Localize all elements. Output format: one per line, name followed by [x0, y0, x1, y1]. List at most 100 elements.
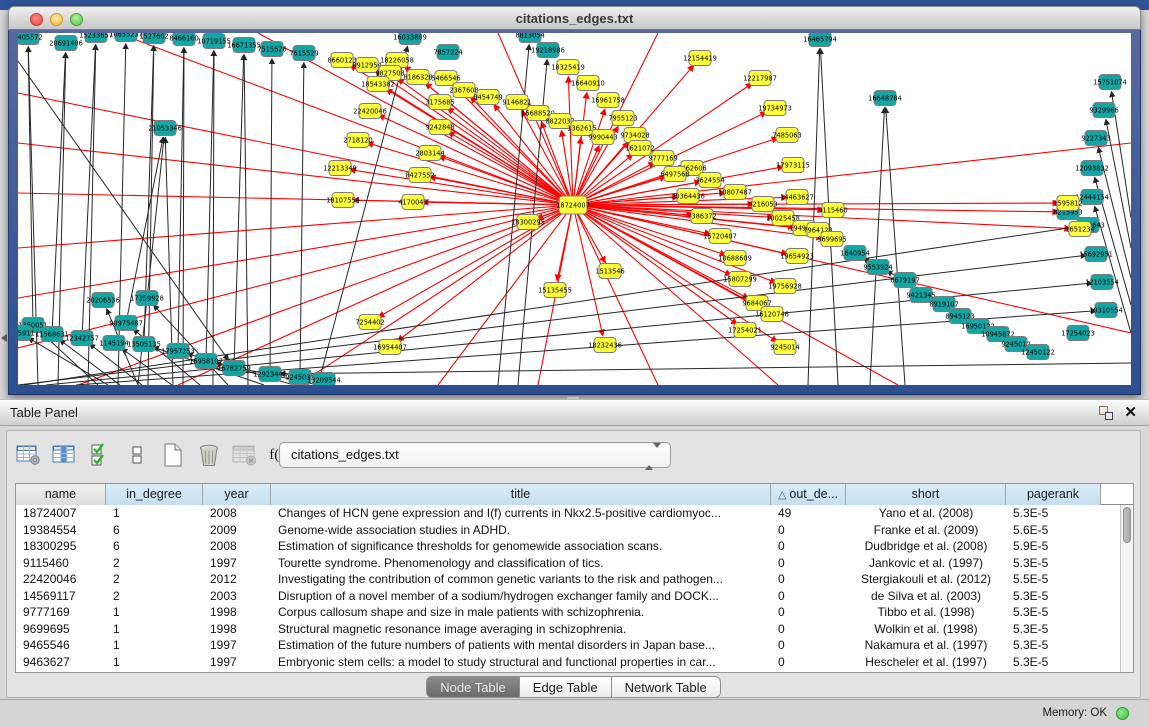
graph-node[interactable]: 18232436 [588, 338, 622, 353]
table-row[interactable]: 1938455462009Genome-wide association stu… [16, 522, 1133, 539]
tab-edge-table[interactable]: Edge Table [520, 676, 612, 698]
graph-node[interactable]: 9699695 [817, 232, 846, 247]
tab-network-table[interactable]: Network Table [612, 676, 721, 698]
float-panel-icon[interactable] [1099, 406, 1113, 420]
graph-node[interactable]: 17973115 [776, 158, 810, 173]
graph-node[interactable]: 15692951 [1079, 247, 1113, 262]
table-row[interactable]: 977716911998Corpus callosum shape and si… [16, 604, 1133, 621]
graph-node[interactable]: 10688609 [718, 251, 752, 266]
selection-mode-icon[interactable] [87, 441, 114, 469]
graph-node[interactable]: 19218986 [531, 43, 565, 58]
column-header-in-degree[interactable]: in_degree [106, 484, 203, 505]
graph-node[interactable]: 16671355 [227, 38, 261, 53]
window-titlebar[interactable]: citations_edges.txt [8, 6, 1141, 30]
graph-node[interactable]: 18724007 [556, 196, 590, 214]
vertical-scrollbar[interactable] [1120, 505, 1133, 672]
graph-node[interactable]: 8186328 [403, 70, 432, 85]
graph-node[interactable]: 6497568 [660, 167, 689, 182]
graph-node[interactable]: 7955123 [608, 111, 637, 126]
network-canvas[interactable]: 2405572206914061523365710655237152760284… [18, 33, 1131, 385]
column-header-title[interactable]: title [271, 484, 771, 505]
graph-node[interactable]: 4170043 [398, 195, 427, 210]
network-graph-svg[interactable]: 2405572206914061523365710655237152760284… [18, 33, 1131, 385]
graph-node[interactable]: 7386372 [687, 209, 716, 224]
graph-node[interactable]: 2405572 [18, 33, 43, 45]
graph-node[interactable]: 8813054 [515, 33, 544, 43]
graph-node[interactable]: 17254023 [1061, 326, 1095, 341]
graph-node[interactable]: 16961758 [591, 93, 625, 108]
graph-node[interactable]: 7254402 [355, 315, 384, 330]
graph-node[interactable]: 13505135 [127, 337, 161, 352]
close-panel-icon[interactable]: ✕ [1124, 403, 1137, 421]
create-table-icon[interactable] [159, 441, 186, 469]
graph-node[interactable]: 20206536 [86, 293, 120, 308]
graph-node[interactable]: 7615529 [289, 46, 318, 61]
table-row[interactable]: 946554611997Estimation of the future num… [16, 637, 1133, 654]
graph-node[interactable]: 20691406 [49, 36, 83, 51]
graph-node[interactable]: 10807487 [718, 185, 752, 200]
graph-node[interactable]: 12923448 [253, 367, 287, 382]
graph-node[interactable]: 2803144 [415, 146, 444, 161]
graph-node[interactable]: 9227343 [1081, 131, 1110, 146]
graph-node[interactable]: 17359928 [130, 291, 164, 306]
graph-node[interactable]: 12217987 [743, 71, 777, 86]
graph-node[interactable]: 9242848 [425, 120, 454, 135]
graph-node[interactable]: 8454749 [473, 90, 502, 105]
graph-node[interactable]: 14463627 [780, 190, 814, 205]
column-header-name[interactable]: name [16, 484, 106, 505]
graph-node[interactable]: 8466160 [169, 33, 198, 46]
graph-node[interactable]: 16648784 [868, 91, 902, 106]
delete-rows-icon[interactable] [195, 441, 222, 469]
graph-node[interactable]: 7857224 [433, 45, 462, 60]
graph-node[interactable]: 1527602 [139, 33, 168, 44]
table-row[interactable]: 911546021997Tourette syndrome. Phenomeno… [16, 555, 1133, 572]
graph-node[interactable]: 1595812 [1053, 196, 1082, 211]
column-functions-icon[interactable] [15, 441, 42, 469]
graph-node[interactable]: 7485063 [772, 128, 801, 143]
column-header-out-de-[interactable]: △out_de... [771, 484, 846, 505]
graph-node[interactable]: 18325419 [551, 60, 585, 75]
graph-node[interactable]: 10719155 [197, 34, 231, 49]
graph-node[interactable]: 3175685 [425, 95, 454, 110]
column-header-short[interactable]: short [846, 484, 1006, 505]
graph-node[interactable]: 8427552 [405, 168, 434, 183]
graph-node[interactable]: 16640910 [571, 76, 605, 91]
graph-node[interactable]: 19654923 [780, 249, 814, 264]
graph-node[interactable]: 9245014 [770, 340, 799, 355]
graph-node[interactable]: 12103554 [1085, 275, 1119, 290]
graph-node[interactable]: 6679197 [890, 273, 919, 288]
graph-node[interactable]: 2718120 [343, 133, 372, 148]
graph-node[interactable]: 12093832 [1075, 161, 1109, 176]
graph-node[interactable]: 10310554 [1089, 303, 1123, 318]
graph-node[interactable]: 12154419 [683, 51, 717, 66]
memory-status-icon[interactable] [1116, 707, 1129, 720]
graph-node[interactable]: 18107554 [326, 193, 360, 208]
table-row[interactable]: 1830029562008Estimation of significance … [16, 538, 1133, 555]
scrollbar-thumb[interactable] [1123, 507, 1131, 543]
table-row[interactable]: 1456911722003Disruption of a novel membe… [16, 588, 1133, 605]
graph-node[interactable]: 1513546 [595, 264, 624, 279]
graph-node[interactable]: 9329966 [1089, 103, 1118, 118]
row-height-icon[interactable] [123, 441, 150, 469]
panel-collapse-arrow-icon[interactable] [1, 334, 7, 342]
graph-node[interactable]: 12342757 [65, 331, 99, 346]
node-table[interactable]: namein_degreeyeartitle△out_de...shortpag… [15, 483, 1134, 673]
table-row[interactable]: 946362711997Embryonic stem cells: a mode… [16, 654, 1133, 671]
graph-node[interactable]: 1651234 [1065, 222, 1094, 237]
graph-node[interactable]: 16033809 [393, 33, 427, 45]
graph-node[interactable]: 7515526 [257, 42, 286, 57]
graph-node[interactable]: 9777169 [648, 151, 677, 166]
graph-node[interactable]: 15233657 [79, 33, 113, 43]
table-row[interactable]: 2242004622012Investigating the contribut… [16, 571, 1133, 588]
graph-node[interactable]: 9990443 [588, 130, 617, 145]
graph-node[interactable]: 9553924 [863, 260, 892, 275]
graph-node[interactable]: 1640954 [840, 246, 869, 261]
graph-node[interactable]: 19756928 [768, 279, 802, 294]
graph-node[interactable]: 6216053 [748, 197, 777, 212]
graph-node[interactable]: 15751074 [1093, 75, 1127, 90]
graph-node[interactable]: 3624554 [695, 173, 724, 188]
column-header-pagerank[interactable]: pagerank [1006, 484, 1101, 505]
graph-node[interactable]: 21053346 [148, 121, 182, 136]
tab-node-table[interactable]: Node Table [426, 676, 520, 698]
show-columns-icon[interactable] [51, 441, 78, 469]
